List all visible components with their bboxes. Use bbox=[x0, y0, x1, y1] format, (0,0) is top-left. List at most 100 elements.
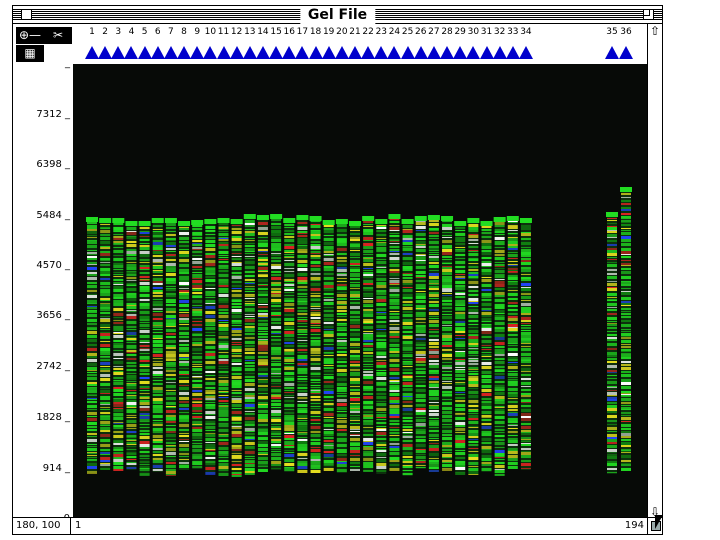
lane-label: 11 bbox=[217, 27, 230, 37]
zoom-box-icon[interactable] bbox=[643, 9, 654, 20]
lane-marker-icon[interactable] bbox=[334, 46, 349, 59]
horizontal-start-label: 1 bbox=[75, 520, 82, 531]
lane-marker-icon[interactable] bbox=[453, 46, 468, 59]
lane-marker-icon[interactable] bbox=[203, 46, 218, 59]
lane-marker-icon[interactable] bbox=[321, 46, 336, 59]
lane-label: 7 bbox=[168, 27, 174, 37]
gel-lane bbox=[414, 216, 427, 469]
lane-label: 24 bbox=[388, 27, 401, 37]
gel-lane bbox=[283, 218, 296, 472]
status-bar: 180, 100 1 194 bbox=[13, 517, 647, 534]
gel-lane bbox=[506, 216, 519, 469]
gel-lane bbox=[296, 215, 309, 473]
lane-marker-icon[interactable] bbox=[361, 46, 376, 59]
lane-label: 12 bbox=[230, 27, 243, 37]
axis-tick-label: 6398 _ bbox=[36, 159, 70, 170]
gel-lane bbox=[191, 220, 204, 469]
gel-lane bbox=[178, 221, 191, 470]
lane-marker-icon[interactable] bbox=[111, 46, 126, 59]
lane-marker-icon[interactable] bbox=[163, 46, 178, 59]
lane-label: 18 bbox=[309, 27, 322, 37]
lane-label: 19 bbox=[322, 27, 335, 37]
gel-lane bbox=[349, 221, 361, 471]
lane-marker-icon[interactable] bbox=[426, 46, 441, 59]
lane-marker-icon[interactable] bbox=[466, 46, 481, 59]
lane-marker-icon[interactable] bbox=[242, 46, 257, 59]
mouse-pointer-icon bbox=[655, 515, 663, 529]
gel-lane bbox=[480, 221, 493, 472]
lane-marker-icon[interactable] bbox=[255, 46, 270, 59]
gel-lane bbox=[112, 218, 125, 471]
lane-marker-icon[interactable] bbox=[505, 46, 520, 59]
gel-lane bbox=[138, 221, 151, 476]
gel-lane bbox=[86, 217, 98, 474]
gel-lane bbox=[620, 187, 632, 471]
size-axis: _ 7312 _ 6398 _ 5484 _ 4570 _ 3656 _ 2742 _ 182… bbox=[13, 58, 73, 524]
title-bar[interactable]: Gel File bbox=[13, 6, 662, 24]
lane-marker-icon[interactable] bbox=[98, 46, 113, 59]
lane-marker-icon[interactable] bbox=[387, 46, 402, 59]
lane-label: 13 bbox=[244, 27, 256, 37]
gel-lane bbox=[362, 216, 375, 472]
scissors-tool-icon[interactable]: ✂ bbox=[44, 27, 72, 44]
lane-label: 20 bbox=[336, 27, 348, 37]
lane-marker-icon[interactable] bbox=[229, 46, 244, 59]
lane-label: 36 bbox=[620, 27, 632, 37]
axis-tick-label: 914 _ bbox=[42, 463, 70, 474]
lane-marker-icon[interactable] bbox=[374, 46, 389, 59]
close-box-icon[interactable] bbox=[21, 9, 32, 20]
gel-lane bbox=[441, 216, 454, 471]
gel-lane bbox=[401, 219, 414, 476]
lane-marker-icon[interactable] bbox=[177, 46, 192, 59]
lane-label: 31 bbox=[480, 27, 493, 37]
lane-label: 2 bbox=[102, 27, 109, 37]
lane-marker-icon[interactable] bbox=[269, 46, 284, 59]
lane-marker-icon[interactable] bbox=[190, 46, 205, 59]
lane-marker-icon[interactable] bbox=[85, 46, 99, 59]
gel-lane bbox=[454, 221, 467, 475]
lane-marker-icon[interactable] bbox=[282, 46, 297, 59]
gel-lane bbox=[230, 219, 243, 477]
lane-label: 1 bbox=[89, 27, 95, 37]
gel-image[interactable] bbox=[73, 64, 647, 517]
lane-label: 28 bbox=[441, 27, 453, 37]
lane-marker-icon[interactable] bbox=[308, 46, 323, 59]
gel-lane bbox=[335, 219, 348, 473]
gel-lane bbox=[427, 215, 440, 472]
gel-lane bbox=[270, 214, 283, 470]
lane-label: 35 bbox=[606, 27, 618, 37]
lane-marker-icon[interactable] bbox=[137, 46, 152, 59]
gel-lane bbox=[322, 220, 335, 471]
lane-marker-icon[interactable] bbox=[400, 46, 415, 59]
lane-marker-icon[interactable] bbox=[124, 46, 139, 59]
gel-lane bbox=[388, 214, 401, 471]
lane-marker-icon[interactable] bbox=[348, 46, 362, 59]
lane-label: 9 bbox=[194, 27, 201, 37]
vertical-scrollbar[interactable]: ⇧ ⇩ bbox=[647, 24, 662, 520]
lane-marker-icon[interactable] bbox=[619, 46, 633, 59]
gel-lane bbox=[204, 219, 217, 475]
lane-label: 10 bbox=[204, 27, 217, 37]
lane-label: 5 bbox=[141, 27, 148, 37]
lane-marker-icon[interactable] bbox=[216, 46, 231, 59]
lane-label: 22 bbox=[362, 27, 374, 37]
lane-label: 32 bbox=[493, 27, 506, 37]
lane-marker-icon[interactable] bbox=[440, 46, 455, 59]
gel-lane bbox=[99, 218, 112, 470]
gel-lane bbox=[519, 218, 532, 470]
lane-marker-icon[interactable] bbox=[492, 46, 507, 59]
lane-marker-icon[interactable] bbox=[295, 46, 310, 59]
lane-label: 27 bbox=[428, 27, 440, 37]
lane-marker-icon[interactable] bbox=[413, 46, 428, 59]
lane-marker-icon[interactable] bbox=[605, 46, 619, 59]
select-tool-icon[interactable]: ⊕— bbox=[16, 27, 44, 44]
lane-label: 15 bbox=[270, 27, 282, 37]
scroll-up-arrow-icon[interactable]: ⇧ bbox=[648, 24, 662, 39]
lane-marker-icon[interactable] bbox=[479, 46, 494, 59]
lane-label: 25 bbox=[401, 27, 414, 37]
lane-marker-icon[interactable] bbox=[518, 46, 533, 59]
gel-lane bbox=[217, 218, 230, 476]
lane-header: 1 2 3 4 5 6 7 8 9 10 11 12 13 14 15 16 17 18 19 20 21 22 23 24 2… bbox=[73, 24, 647, 64]
lane-marker-icon[interactable] bbox=[150, 46, 165, 59]
gel-lane bbox=[493, 217, 506, 476]
